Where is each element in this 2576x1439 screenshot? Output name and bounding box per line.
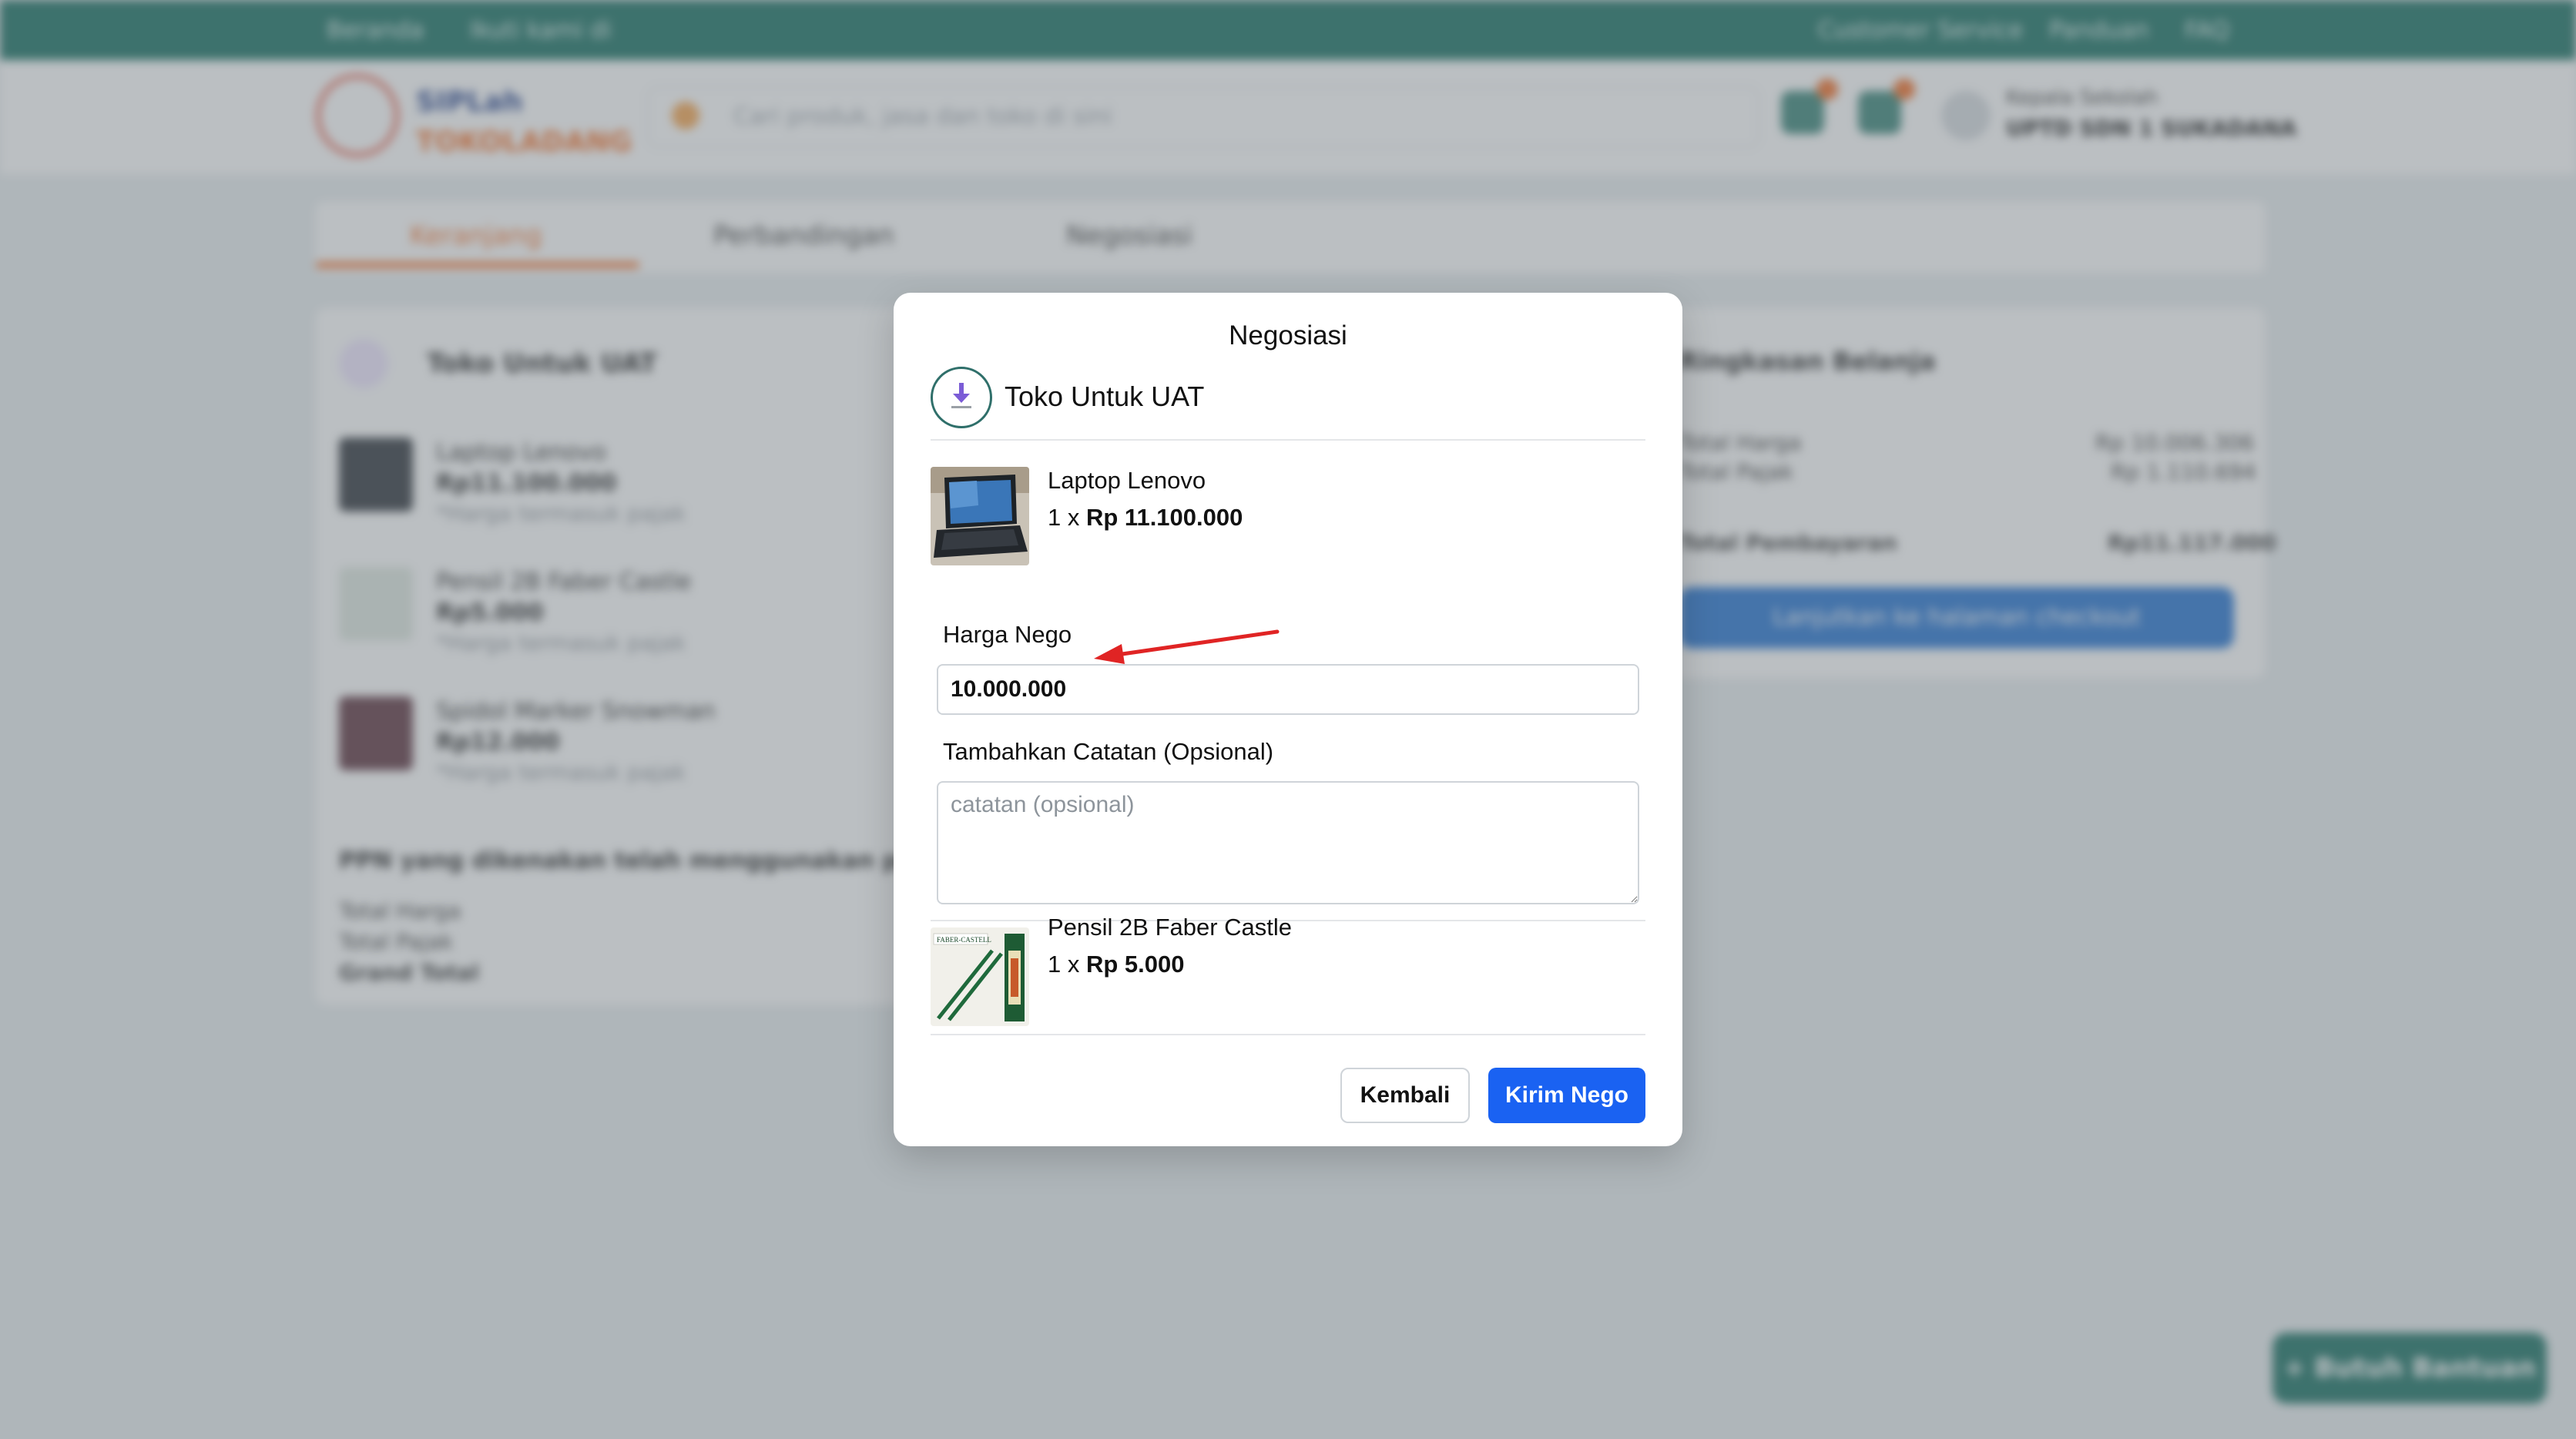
- svg-text:FABER-CASTELL: FABER-CASTELL: [937, 936, 991, 944]
- product-image-laptop: [931, 467, 1029, 565]
- modal-product-name: Pensil 2B Faber Castle: [1048, 914, 1293, 941]
- catatan-textarea[interactable]: [937, 781, 1639, 904]
- catatan-label: Tambahkan Catatan (Opsional): [943, 738, 1274, 765]
- annotation-arrow-icon: [1094, 629, 1280, 664]
- modal-product-quantity-price: 1 x Rp 11.100.000: [1048, 504, 1243, 532]
- harga-nego-input[interactable]: [937, 664, 1639, 715]
- product-price: Rp 11.100.000: [1085, 504, 1243, 531]
- send-nego-button[interactable]: Kirim Nego: [1488, 1068, 1645, 1123]
- negotiation-modal: Negosiasi Toko Untuk UAT Laptop Lenovo 1…: [894, 293, 1682, 1146]
- product-quantity: 1 x: [1048, 504, 1080, 531]
- product-image-pencil: FABER-CASTELL: [931, 927, 1029, 1026]
- modal-product-quantity-price: 1 x Rp 5.000: [1048, 951, 1185, 978]
- harga-nego-label: Harga Nego: [943, 621, 1072, 648]
- modal-store-name: Toko Untuk UAT: [1005, 381, 1205, 412]
- divider: [931, 439, 1645, 441]
- store-logo-icon: [931, 367, 992, 428]
- modal-title: Negosiasi: [1229, 320, 1347, 351]
- product-quantity: 1 x: [1048, 951, 1080, 978]
- divider: [931, 1034, 1645, 1035]
- modal-product-name: Laptop Lenovo: [1048, 467, 1206, 494]
- product-price: Rp 5.000: [1085, 951, 1185, 978]
- back-button[interactable]: Kembali: [1340, 1068, 1470, 1123]
